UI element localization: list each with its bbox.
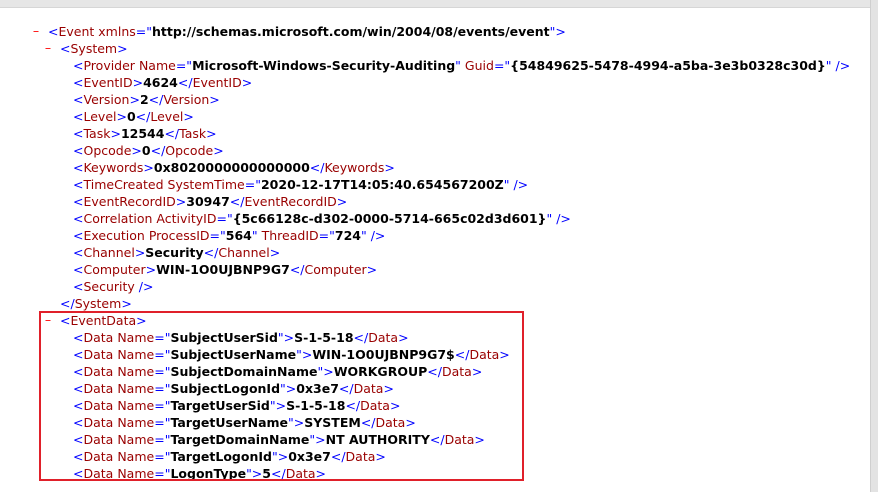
window-top-edge [0, 0, 878, 8]
eventrecordid-close-tag: EventRecordID [244, 194, 337, 209]
system-open-tag: <System> [60, 41, 128, 56]
provider-guid-attr: Guid [464, 58, 494, 73]
event-tag-name: Event [58, 24, 95, 39]
provider-name: Microsoft-Windows-Security-Auditing [192, 58, 456, 73]
eventrecordid-line: <EventRecordID>30947</EventRecordID> [73, 194, 348, 209]
security-tag: Security [83, 279, 135, 294]
threadid-value: 724 [334, 228, 361, 243]
system-close-tag-name: System [74, 296, 122, 311]
eventrecordid-value: 30947 [186, 194, 230, 209]
eventid-value: 4624 [143, 75, 178, 90]
opcode-tag: Opcode [83, 143, 132, 158]
provider-tag: Provider [83, 58, 135, 73]
channel-close-tag: Channel [218, 245, 270, 260]
keywords-tag: Keywords [83, 160, 144, 175]
systemtime-attr: SystemTime [167, 177, 245, 192]
channel-value: Security [145, 245, 204, 260]
level-value: 0 [126, 109, 136, 124]
timecreated-tag: TimeCreated [83, 177, 164, 192]
computer-line: <Computer>WIN-1O0UJBNP9G7</Computer> [73, 262, 378, 277]
keywords-line: <Keywords>0x8020000000000000</Keywords> [73, 160, 395, 175]
correlation-line: <Correlation ActivityID="{5c66128c-d302-… [73, 211, 571, 226]
vertical-scrollbar[interactable] [870, 0, 878, 492]
execution-tag: Execution [83, 228, 145, 243]
eventdata-highlight-box [39, 311, 524, 481]
eventid-line: <EventID>4624</EventID> [73, 75, 253, 90]
threadid-attr: ThreadID [261, 228, 319, 243]
collapse-system-toggle[interactable]: – [43, 40, 53, 55]
computer-close-tag: Computer [304, 262, 367, 277]
keywords-value: 0x8020000000000000 [153, 160, 310, 175]
task-value: 12544 [120, 126, 165, 141]
opcode-value: 0 [141, 143, 151, 158]
eventid-close-tag: EventID [192, 75, 242, 90]
task-line: <Task>12544</Task> [73, 126, 217, 141]
version-value: 2 [139, 92, 149, 107]
eventid-tag: EventID [83, 75, 133, 90]
provider-name-attr: Name [138, 58, 176, 73]
system-tag-name: System [70, 41, 118, 56]
computer-tag: Computer [83, 262, 146, 277]
timecreated-line: <TimeCreated SystemTime="2020-12-17T14:0… [73, 177, 529, 192]
version-line: <Version>2</Version> [73, 92, 220, 107]
opcode-line: <Opcode>0</Opcode> [73, 143, 224, 158]
security-line: <Security /> [73, 279, 154, 294]
eventrecordid-tag: EventRecordID [83, 194, 176, 209]
provider-guid: {54849625-5478-4994-a5ba-3e3b0328c30d} [510, 58, 826, 73]
xmlns-attr: xmlns [98, 24, 136, 39]
computer-value: WIN-1O0UJBNP9G7 [156, 262, 290, 277]
keywords-close-tag: Keywords [324, 160, 385, 175]
version-tag: Version [83, 92, 130, 107]
task-close-tag: Task [179, 126, 207, 141]
task-tag: Task [83, 126, 111, 141]
systemtime-value: 2020-12-17T14:05:40.654567200Z [260, 177, 504, 192]
processid-attr: ProcessID [148, 228, 210, 243]
level-close-tag: Level [150, 109, 184, 124]
system-close-tag: </System> [60, 296, 132, 311]
version-close-tag: Version [163, 92, 210, 107]
provider-line: <Provider Name="Microsoft-Windows-Securi… [73, 58, 851, 73]
processid-value: 564 [225, 228, 252, 243]
xmlns-value: http://schemas.microsoft.com/win/2004/08… [152, 24, 550, 39]
event-open-tag: <Event xmlns="http://schemas.microsoft.c… [48, 24, 566, 39]
collapse-event-toggle[interactable]: – [31, 23, 41, 38]
channel-tag: Channel [83, 245, 135, 260]
level-tag: Level [83, 109, 117, 124]
channel-line: <Channel>Security</Channel> [73, 245, 281, 260]
level-line: <Level>0</Level> [73, 109, 194, 124]
activityid-value: {5c66128c-d302-0000-5714-665c02d3d601} [232, 211, 547, 226]
execution-line: <Execution ProcessID="564" ThreadID="724… [73, 228, 386, 243]
correlation-tag: Correlation [83, 211, 153, 226]
activityid-attr: ActivityID [156, 211, 217, 226]
opcode-close-tag: Opcode [165, 143, 214, 158]
